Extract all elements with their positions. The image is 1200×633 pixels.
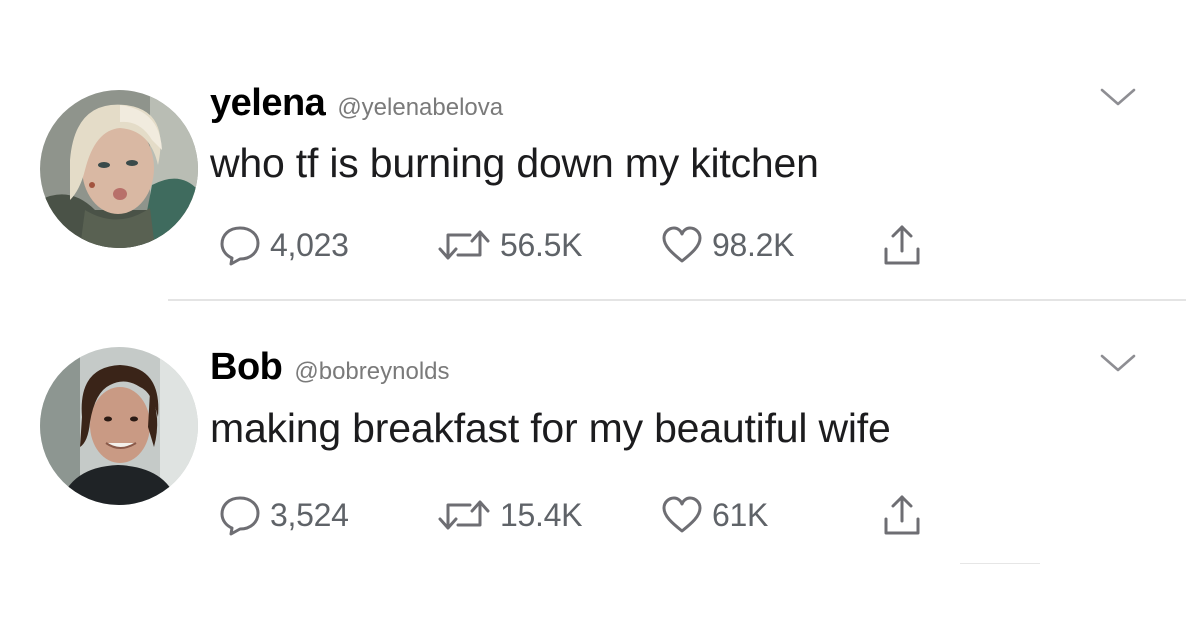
- like-button[interactable]: 98.2K: [660, 220, 794, 270]
- tweet: Bob @bobreynolds making breakfast for my…: [0, 300, 1200, 600]
- avatar[interactable]: [40, 90, 198, 248]
- retweet-arrows-icon: [438, 230, 490, 260]
- reply-button[interactable]: 4,023: [218, 220, 349, 270]
- reply-count: 4,023: [270, 226, 349, 263]
- divider-fragment: [960, 563, 1040, 564]
- avatar-photo: [40, 347, 198, 505]
- like-count: 61K: [712, 496, 769, 533]
- display-name[interactable]: Bob: [210, 346, 283, 389]
- tweet-header: yelena @yelenabelova: [210, 82, 503, 125]
- tweet-header: Bob @bobreynolds: [210, 346, 450, 389]
- share-button[interactable]: [882, 220, 922, 270]
- speech-bubble-icon: [220, 226, 260, 266]
- retweet-arrows-icon: [438, 500, 490, 530]
- like-count: 98.2K: [712, 226, 795, 263]
- display-name[interactable]: yelena: [210, 82, 326, 125]
- tweet: yelena @yelenabelova who tf is burning d…: [0, 0, 1200, 300]
- like-button[interactable]: 61K: [660, 490, 768, 540]
- heart-icon: [662, 226, 702, 263]
- tweet-text: making breakfast for my beautiful wife: [210, 405, 891, 451]
- share-upload-icon: [884, 225, 920, 265]
- user-handle[interactable]: @yelenabelova: [337, 94, 503, 122]
- user-handle[interactable]: @bobreynolds: [294, 358, 449, 386]
- avatar-photo: [40, 90, 198, 248]
- speech-bubble-icon: [220, 496, 260, 536]
- retweet-button[interactable]: 15.4K: [436, 490, 582, 540]
- retweet-count: 56.5K: [500, 226, 583, 263]
- reply-button[interactable]: 3,524: [218, 490, 349, 540]
- tweet-actions: 3,524 15.4K 61K: [210, 490, 970, 540]
- avatar[interactable]: [40, 347, 198, 505]
- retweet-button[interactable]: 56.5K: [436, 220, 582, 270]
- heart-icon: [662, 496, 702, 533]
- tweet-text: who tf is burning down my kitchen: [210, 140, 819, 186]
- retweet-count: 15.4K: [500, 496, 583, 533]
- share-button[interactable]: [882, 490, 922, 540]
- chevron-down-icon[interactable]: [1098, 352, 1138, 374]
- reply-count: 3,524: [270, 496, 349, 533]
- chevron-down-icon[interactable]: [1098, 86, 1138, 108]
- share-upload-icon: [884, 495, 920, 535]
- tweet-actions: 4,023 56.5K 98.2K: [210, 220, 970, 270]
